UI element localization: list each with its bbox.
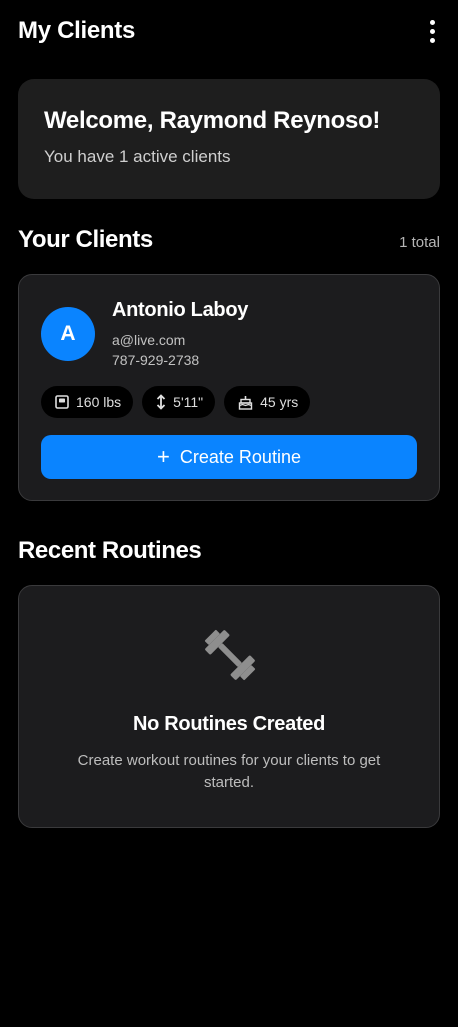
age-chip: 45 yrs	[224, 386, 311, 418]
dumbbell-icon	[199, 624, 261, 691]
cake-icon	[238, 395, 253, 410]
screen: My Clients Welcome, Raymond Reynoso! You…	[0, 0, 458, 1027]
create-routine-label: Create Routine	[179, 446, 301, 467]
client-phone: 787-929-2738	[112, 352, 200, 368]
client-name: Antonio Laboy	[112, 299, 249, 321]
height-chip: 5'11"	[142, 386, 216, 418]
weight-chip: 160 lbs	[41, 386, 134, 418]
avatar: A	[41, 307, 95, 361]
section-title-clients: Your Clients	[18, 226, 153, 253]
weight-value: 160 lbs	[76, 394, 122, 410]
section-title-routines: Recent Routines	[18, 537, 202, 564]
height-value: 5'11"	[173, 394, 204, 410]
empty-description: Create workout routines for your clients…	[77, 752, 381, 791]
scale-icon	[55, 395, 69, 409]
page-title: My Clients	[18, 17, 136, 44]
more-vert-icon[interactable]	[420, 15, 444, 47]
age-value: 45 yrs	[260, 394, 299, 410]
clients-count: 1 total	[399, 234, 440, 251]
empty-title: No Routines Created	[132, 713, 326, 735]
client-card[interactable]: A Antonio Laboy a@live.com 787-929-2738 …	[18, 274, 440, 501]
client-stats: 160 lbs 5'11" 45 yrs	[41, 386, 311, 418]
height-arrows-icon	[156, 394, 166, 410]
routines-section-header: Recent Routines	[18, 537, 440, 565]
welcome-subtitle: You have 1 active clients	[44, 147, 231, 166]
welcome-card: Welcome, Raymond Reynoso! You have 1 act…	[18, 79, 440, 199]
client-email: a@live.com	[112, 332, 186, 348]
welcome-title: Welcome, Raymond Reynoso!	[44, 107, 381, 134]
clients-section-header: Your Clients 1 total	[18, 226, 440, 254]
plus-icon: +	[157, 444, 170, 469]
empty-routines-card: No Routines Created Create workout routi…	[18, 585, 440, 828]
app-header: My Clients	[0, 0, 458, 62]
create-routine-button[interactable]: + Create Routine	[41, 435, 417, 479]
